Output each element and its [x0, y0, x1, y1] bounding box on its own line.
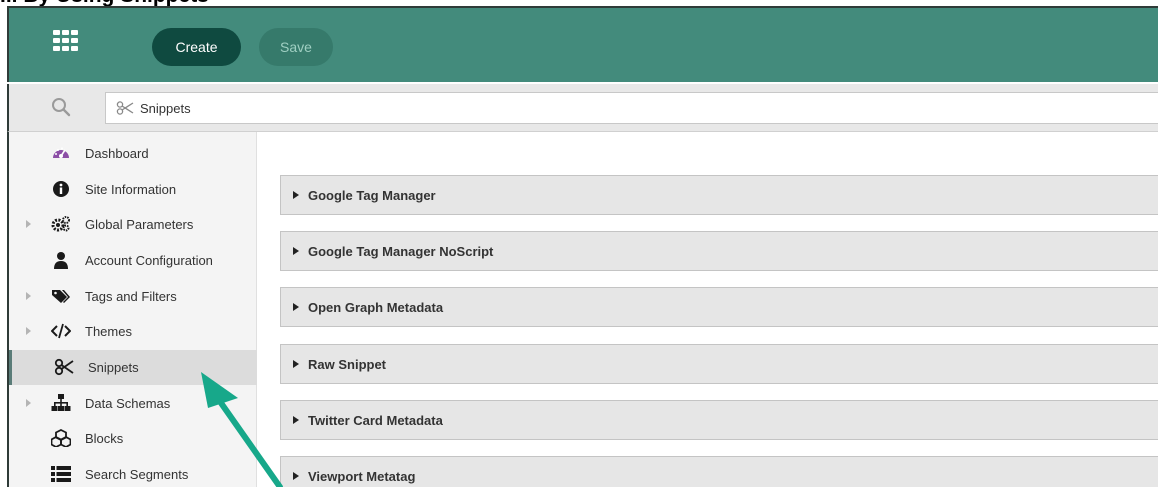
- app-window: ... By Using Snippets Create Save Snippe…: [0, 0, 1158, 487]
- panel-viewport-metatag[interactable]: Viewport Metatag: [280, 456, 1158, 487]
- panel-twitter-card-metadata[interactable]: Twitter Card Metadata: [280, 400, 1158, 440]
- expand-triangle-icon: [293, 360, 299, 368]
- code-icon: [51, 323, 71, 339]
- top-toolbar: Create Save: [7, 6, 1158, 82]
- sidebar-item-tags-and-filters[interactable]: Tags and Filters: [9, 279, 257, 314]
- sidebar-item-blocks[interactable]: Blocks: [9, 421, 257, 456]
- panel-google-tag-manager[interactable]: Google Tag Manager: [280, 175, 1158, 215]
- list-icon: [51, 466, 71, 482]
- panel-google-tag-manager-noscript[interactable]: Google Tag Manager NoScript: [280, 231, 1158, 271]
- panel-label: Twitter Card Metadata: [308, 412, 443, 428]
- sidebar-item-label: Account Configuration: [85, 253, 213, 268]
- sidebar-item-label: Site Information: [85, 182, 177, 197]
- sidebar-item-themes[interactable]: Themes: [9, 314, 257, 349]
- snippets-panel-list: Google Tag Manager Google Tag Manager No…: [258, 132, 1158, 487]
- sidebar-item-dashboard[interactable]: Dashboard: [9, 136, 257, 171]
- expand-triangle-icon: [293, 191, 299, 199]
- sidebar-item-global-parameters[interactable]: Global Parameters: [9, 207, 257, 242]
- sidebar-item-label: Themes: [85, 324, 132, 339]
- expand-triangle-icon: [293, 472, 299, 480]
- scissors-icon: [116, 101, 134, 115]
- tags-icon: [52, 290, 70, 303]
- expand-caret-icon[interactable]: [26, 327, 31, 335]
- sidebar-item-label: Data Schemas: [85, 396, 171, 411]
- expand-caret-icon[interactable]: [26, 292, 31, 300]
- expand-triangle-icon: [293, 416, 299, 424]
- gears-icon: [51, 216, 70, 232]
- dashboard-icon: [53, 147, 69, 158]
- sidebar-item-search-segments[interactable]: Search Segments: [9, 457, 257, 487]
- info-icon: [53, 181, 69, 197]
- expand-triangle-icon: [293, 303, 299, 311]
- save-button[interactable]: Save: [259, 28, 333, 66]
- panel-label: Google Tag Manager: [308, 187, 436, 203]
- sidebar-item-account-configuration[interactable]: Account Configuration: [9, 243, 257, 278]
- user-icon: [54, 252, 68, 269]
- search-input[interactable]: Snippets: [105, 92, 1158, 124]
- sidebar-item-label: Snippets: [88, 360, 139, 375]
- scissors-icon: [54, 358, 74, 376]
- cubes-icon: [51, 429, 71, 447]
- sidebar-item-site-information[interactable]: Site Information: [9, 172, 257, 207]
- panel-label: Raw Snippet: [308, 356, 387, 372]
- search-bar: Snippets: [7, 84, 1158, 132]
- panel-raw-snippet[interactable]: Raw Snippet: [280, 344, 1158, 384]
- search-value: Snippets: [140, 100, 191, 116]
- sitemap-icon: [51, 394, 71, 411]
- search-icon[interactable]: [51, 97, 71, 117]
- panel-open-graph-metadata[interactable]: Open Graph Metadata: [280, 287, 1158, 327]
- sidebar-item-label: Dashboard: [85, 146, 149, 161]
- create-button[interactable]: Create: [152, 28, 241, 66]
- expand-caret-icon[interactable]: [26, 399, 31, 407]
- apps-grid-icon[interactable]: [53, 30, 79, 52]
- panel-label: Open Graph Metadata: [308, 299, 444, 315]
- panel-label: Google Tag Manager NoScript: [308, 243, 494, 259]
- sidebar-item-data-schemas[interactable]: Data Schemas: [9, 386, 257, 421]
- sidebar-item-label: Global Parameters: [85, 217, 194, 232]
- panel-label: Viewport Metatag: [308, 468, 416, 484]
- sidebar-item-snippets[interactable]: Snippets: [9, 350, 257, 385]
- sidebar: Dashboard Site Information Global Parame…: [7, 132, 257, 487]
- expand-caret-icon[interactable]: [26, 220, 31, 228]
- sidebar-item-label: Tags and Filters: [85, 289, 177, 304]
- sidebar-item-label: Blocks: [85, 431, 124, 446]
- sidebar-item-label: Search Segments: [85, 467, 189, 482]
- expand-triangle-icon: [293, 247, 299, 255]
